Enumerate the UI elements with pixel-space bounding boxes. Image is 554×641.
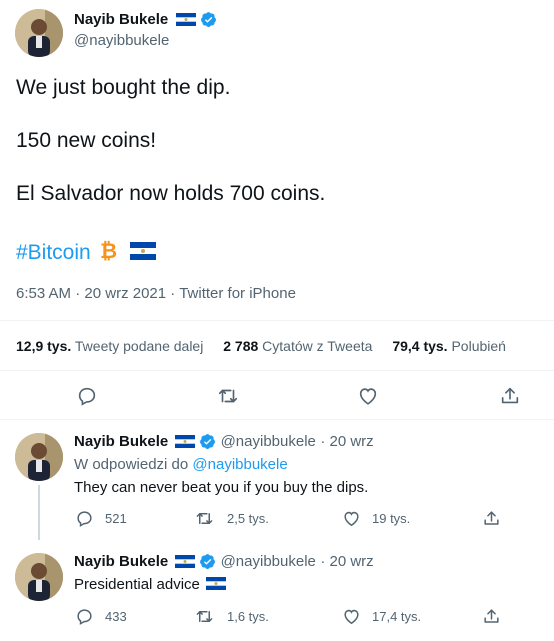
tweet-line: El Salvador now holds 700 coins. [16, 182, 326, 205]
retweet-count: 2,5 tys. [227, 511, 269, 526]
share-icon [484, 511, 499, 525]
retweet-icon [218, 389, 238, 403]
sv-flag-icon [175, 11, 200, 28]
divider [0, 370, 554, 371]
retweet-button[interactable]: 1,6 tys. [195, 607, 269, 626]
divider [0, 320, 554, 321]
verified-badge-icon [200, 11, 217, 28]
author-handle[interactable]: @nayibbukele [74, 32, 169, 49]
reply-to-link[interactable]: @nayibbukele [192, 456, 287, 473]
reply-context: W odpowiedzi do @nayibbukele [74, 456, 288, 473]
retweet-count: 1,6 tys. [227, 609, 269, 624]
author-name[interactable]: Nayib Bukele [74, 553, 168, 570]
like-icon [344, 511, 359, 527]
quotes-stat[interactable]: 2 788 Cytatów z Tweeta [223, 338, 376, 354]
like-button[interactable]: 17,4 tys. [342, 607, 421, 626]
author-handle[interactable]: @nayibbukele [221, 553, 316, 570]
retweet-button[interactable]: 2,5 tys. [195, 509, 269, 528]
reply-text: Presidential advice [74, 576, 227, 594]
reply-icon [78, 387, 96, 406]
bitcoin-icon: ₿ [99, 238, 119, 262]
like-count: 17,4 tys. [372, 609, 422, 624]
avatar[interactable] [15, 433, 63, 481]
retweet-button[interactable] [217, 385, 239, 407]
share-icon [484, 609, 499, 623]
reply-count: 433 [105, 609, 127, 624]
like-button[interactable] [357, 385, 379, 407]
retweets-stat[interactable]: 12,9 tys. Tweety podane dalej [16, 338, 207, 354]
like-icon [359, 388, 377, 405]
reply-count: 521 [105, 511, 127, 526]
reply-text: They can never beat you if you buy the d… [74, 479, 369, 496]
retweet-icon [196, 610, 213, 623]
author-handle[interactable]: @nayibbukele [221, 433, 316, 450]
tweet-time[interactable]: 6:53 AM [16, 285, 71, 302]
share-button[interactable] [499, 385, 521, 407]
author-name[interactable]: Nayib Bukele [74, 11, 168, 28]
tweet-text: We just bought the dip. 150 new coins! E… [16, 74, 536, 208]
verified-badge-icon [199, 553, 220, 570]
tweet-meta: 6:53 AM · 20 wrz 2021 · Twitter for iPho… [16, 285, 296, 302]
share-button[interactable] [482, 509, 501, 528]
like-count: 19 tys. [372, 511, 411, 526]
retweet-icon [196, 512, 213, 525]
avatar[interactable] [15, 553, 63, 601]
tweet-source[interactable]: Twitter for iPhone [179, 285, 296, 302]
tweet-line: We just bought the dip. [16, 76, 231, 99]
sv-flag-icon [174, 553, 199, 570]
tweet-date[interactable]: · 20 wrz [320, 433, 373, 450]
thread-line [38, 485, 40, 540]
tweet-date[interactable]: · 20 wrz [320, 553, 373, 570]
tweet-line: 150 new coins! [16, 129, 157, 152]
author-name[interactable]: Nayib Bukele [74, 433, 168, 450]
hashtag-link[interactable]: #Bitcoin [16, 241, 91, 264]
sv-flag-icon [206, 577, 227, 590]
reply-icon [77, 511, 92, 527]
svg-text:₿: ₿ [100, 239, 117, 262]
reply-button[interactable]: 433 [75, 607, 127, 626]
divider [0, 419, 554, 420]
share-button[interactable] [482, 607, 501, 626]
like-button[interactable]: 19 tys. [342, 509, 410, 528]
stats-bar: 12,9 tys. Tweety podane dalej 2 788 Cyta… [16, 337, 506, 355]
like-icon [344, 609, 359, 625]
sv-flag-icon [130, 242, 157, 260]
reply-icon [77, 609, 92, 625]
tweet-date[interactable]: 20 wrz 2021 [84, 285, 166, 302]
reply-button[interactable] [76, 385, 98, 407]
avatar[interactable] [15, 9, 63, 57]
sv-flag-icon [174, 433, 199, 450]
reply-button[interactable]: 521 [75, 509, 127, 528]
share-icon [501, 387, 519, 404]
likes-stat[interactable]: 79,4 tys. Polubień [392, 338, 506, 354]
verified-badge-icon [199, 433, 220, 450]
